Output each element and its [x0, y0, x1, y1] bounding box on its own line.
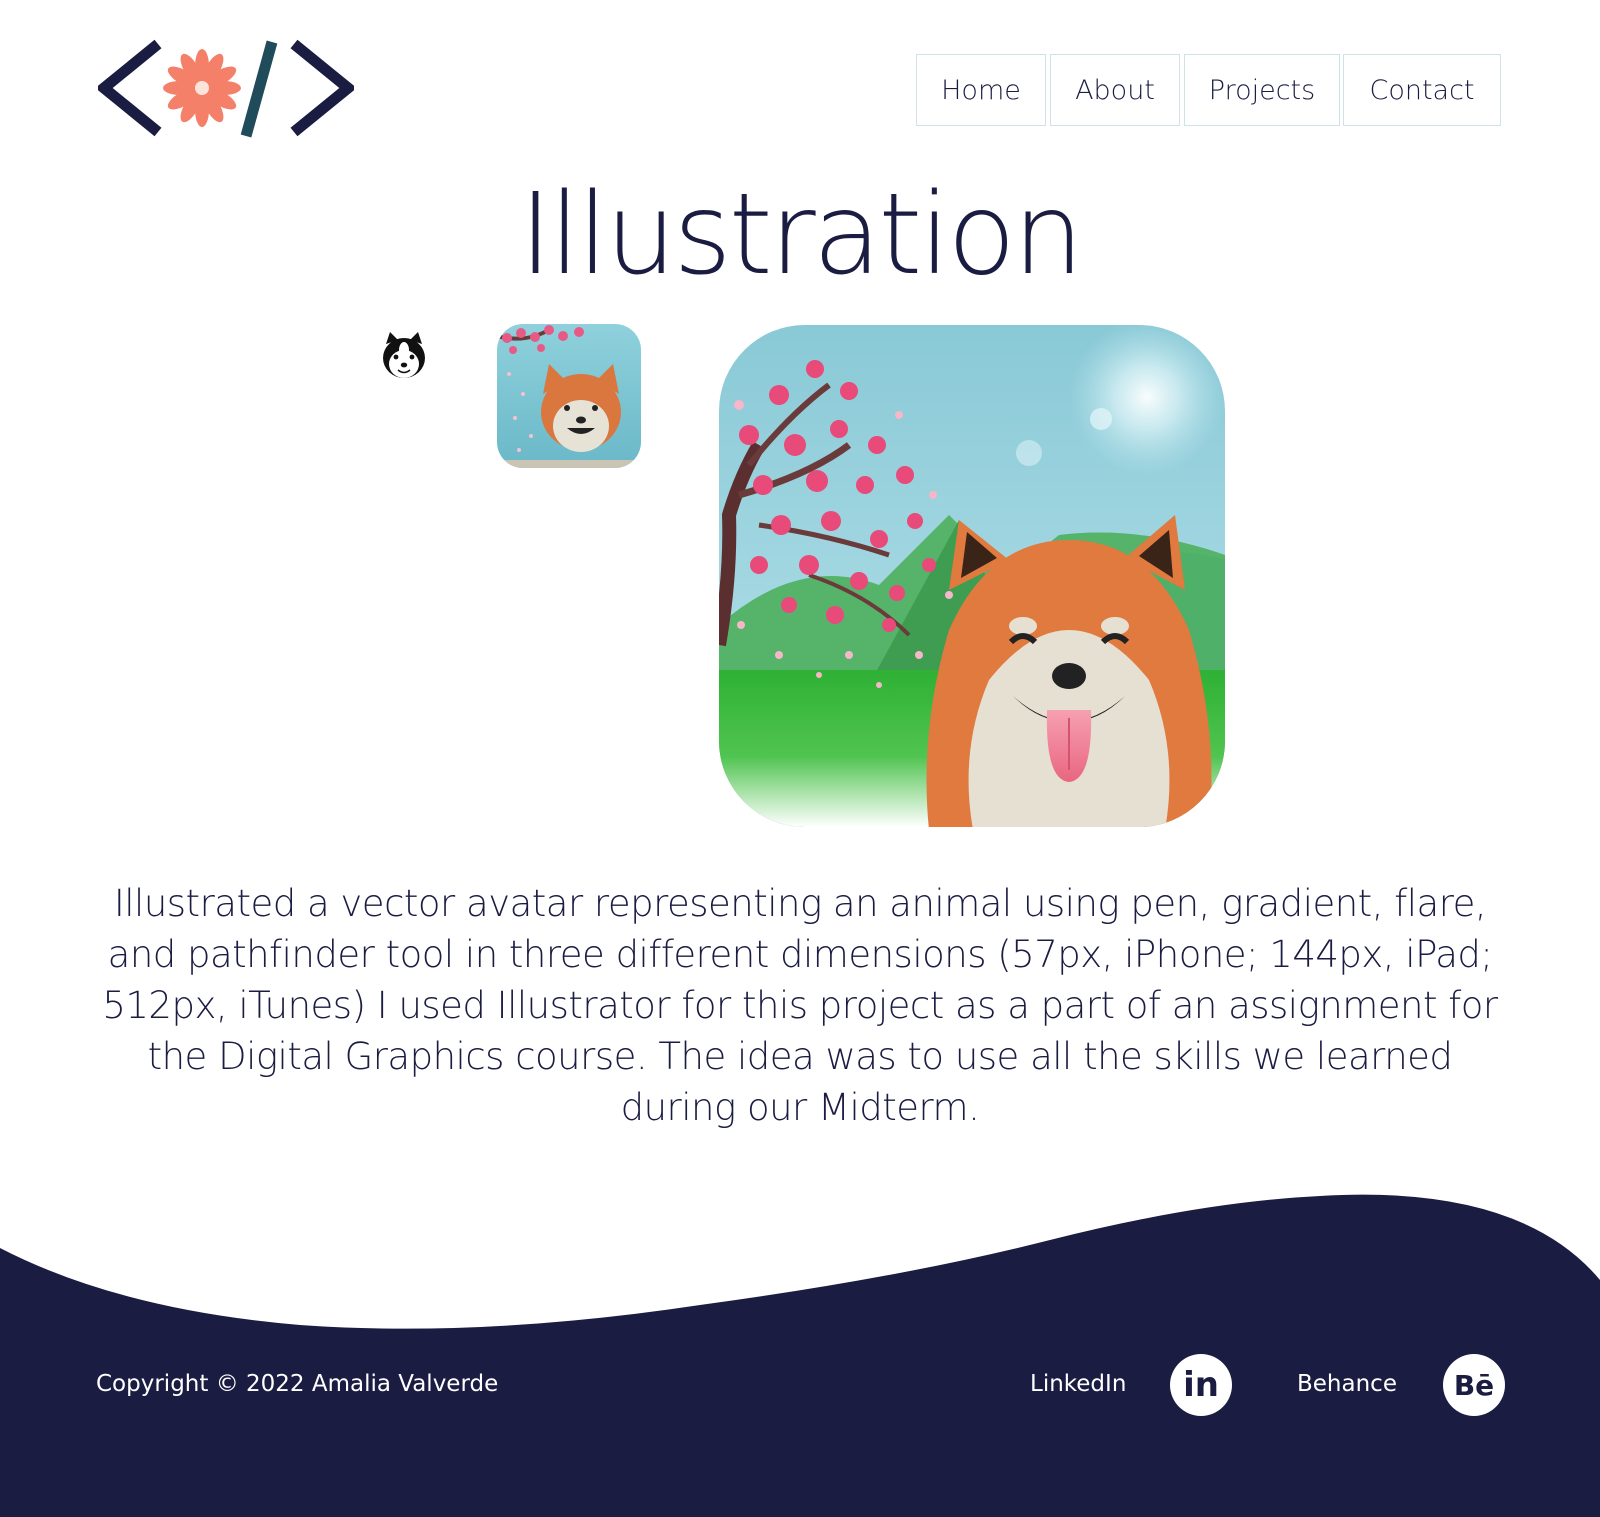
- page-title: Illustration: [519, 170, 1084, 300]
- nav-projects-link[interactable]: Projects: [1184, 54, 1340, 126]
- avatar-512px-image: [719, 325, 1225, 827]
- behance-icon[interactable]: Bē: [1443, 1354, 1505, 1416]
- behance-link[interactable]: Behance: [1297, 1371, 1397, 1397]
- avatar-57px-image: [383, 332, 425, 378]
- project-description: Illustrated a vector avatar representing…: [102, 882, 1498, 1129]
- flower-icon: [163, 49, 241, 127]
- nav-home-link[interactable]: Home: [916, 54, 1046, 126]
- linkedin-icon[interactable]: in: [1170, 1354, 1232, 1416]
- nav-about-link[interactable]: About: [1050, 54, 1180, 126]
- footer-background: [0, 1194, 1600, 1517]
- linkedin-link[interactable]: LinkedIn: [1030, 1371, 1126, 1397]
- site-logo[interactable]: [98, 38, 354, 138]
- avatar-144px-image: [497, 324, 641, 468]
- nav-contact-link[interactable]: Contact: [1343, 54, 1501, 126]
- copyright-text: Copyright © 2022 Amalia Valverde: [96, 1371, 499, 1397]
